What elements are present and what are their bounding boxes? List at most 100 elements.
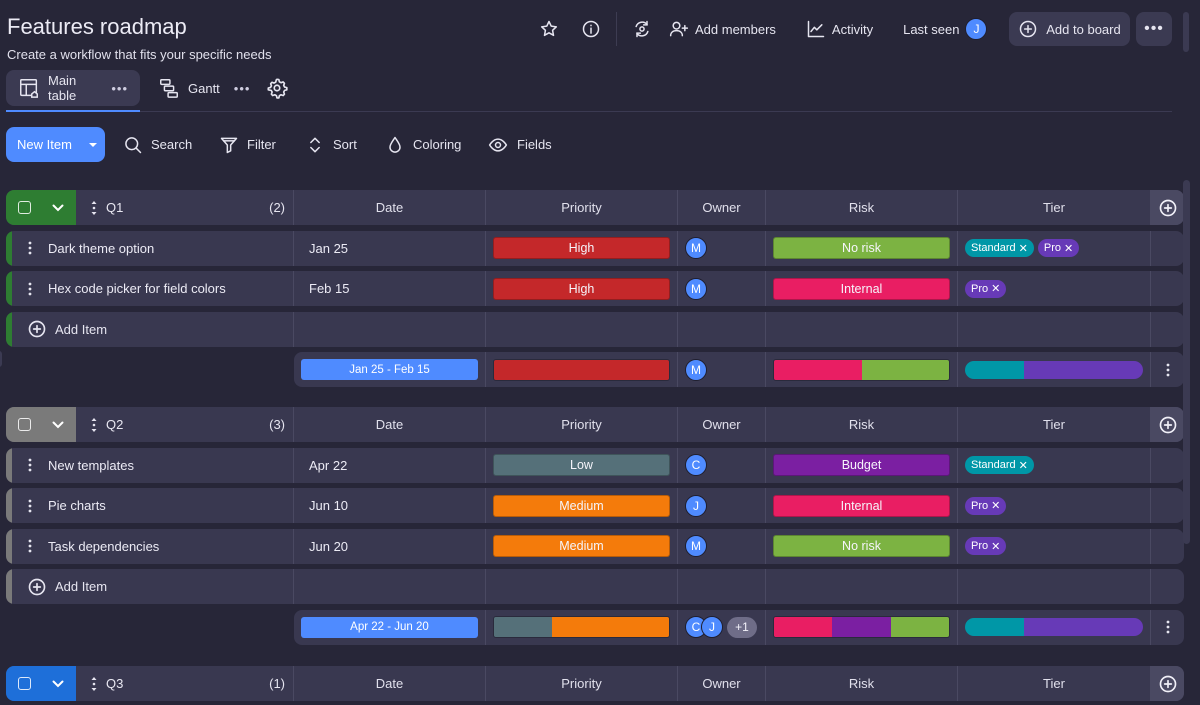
remove-tag-icon[interactable]: ✕ [1064,242,1073,255]
priority-badge[interactable]: Low [493,454,670,476]
remove-tag-icon[interactable]: ✕ [991,540,1000,553]
table-scrollbar[interactable] [1183,180,1190,544]
date-cell[interactable]: Apr 22 [294,447,486,483]
add-column-button[interactable] [1151,666,1184,701]
summary-tier-bar[interactable] [965,360,1143,379]
star-icon[interactable] [538,18,560,40]
summary-risk-bar[interactable] [773,616,950,638]
group-title[interactable]: Q2 [76,417,269,432]
row-menu-icon[interactable] [12,499,48,513]
tier-tag[interactable]: Pro ✕ [965,279,1007,298]
filter-button[interactable]: Filter [219,127,276,162]
group-checkbox[interactable] [18,418,31,431]
drag-handle-icon[interactable] [90,676,98,691]
search-button[interactable]: Search [123,127,192,162]
caret-down-icon[interactable] [81,140,105,150]
date-cell[interactable]: Jun 20 [294,528,486,564]
column-header-owner[interactable]: Owner [678,666,766,701]
tier-tag[interactable]: Pro ✕ [1037,239,1080,257]
owner-avatar[interactable]: C [685,454,707,476]
tier-tag[interactable]: Pro ✕ [965,496,1007,515]
group-title[interactable]: Q3 [76,676,269,691]
risk-badge[interactable]: Internal [773,494,950,517]
activity-button[interactable]: Activity [806,19,873,39]
column-header-tier[interactable]: Tier [958,407,1151,442]
gear-icon[interactable] [266,77,288,99]
add-to-board-button[interactable]: Add to board [1009,12,1130,46]
group-checkbox[interactable] [18,201,31,214]
group-title[interactable]: Q1 [76,200,269,215]
priority-badge[interactable]: High [493,277,670,300]
tier-tag[interactable]: Standard ✕ [965,239,1034,257]
column-header-date[interactable]: Date [294,407,486,442]
column-header-owner[interactable]: Owner [678,190,766,225]
column-header-priority[interactable]: Priority [486,666,678,701]
table-row[interactable]: Pie charts Jun 10 Medium J Internal Pro ✕ [6,488,1184,523]
page-scrollbar[interactable] [1183,12,1189,52]
priority-badge[interactable]: Medium [493,494,670,517]
item-name-cell[interactable]: Task dependencies [6,528,294,564]
risk-badge[interactable]: Internal [773,277,950,300]
add-column-button[interactable] [1151,407,1184,442]
sync-icon[interactable] [631,18,653,40]
more-options-button[interactable]: ••• [1136,12,1172,46]
add-item-button[interactable]: Add Item [12,577,107,597]
row-menu-icon[interactable] [12,539,48,553]
summary-menu-icon[interactable] [1151,352,1184,387]
column-header-tier[interactable]: Tier [958,666,1151,701]
row-menu-icon[interactable] [12,282,48,296]
column-header-priority[interactable]: Priority [486,407,678,442]
remove-tag-icon[interactable]: ✕ [991,499,1000,512]
owner-avatar[interactable]: J [701,616,723,638]
item-name-cell[interactable]: Dark theme option [6,230,294,266]
coloring-button[interactable]: Coloring [385,127,461,162]
summary-priority-bar[interactable] [493,616,670,638]
column-header-priority[interactable]: Priority [486,190,678,225]
chevron-down-icon[interactable] [52,421,64,429]
column-header-owner[interactable]: Owner [678,407,766,442]
date-range-badge[interactable]: Apr 22 - Jun 20 [301,616,478,638]
fields-button[interactable]: Fields [487,127,552,162]
row-menu-icon[interactable] [12,241,48,255]
left-resize-handle[interactable] [0,351,2,367]
remove-tag-icon[interactable]: ✕ [1019,459,1028,472]
risk-badge[interactable]: No risk [773,237,950,259]
info-icon[interactable] [580,18,602,40]
chevron-down-icon[interactable] [52,204,64,212]
owner-avatar[interactable]: M [685,237,707,259]
tab-main-table[interactable]: Main table ••• [6,70,140,106]
add-members-button[interactable]: Add members [669,19,776,39]
owner-avatar[interactable]: M [685,535,707,557]
risk-badge[interactable]: No risk [773,535,950,557]
date-range-badge[interactable]: Jan 25 - Feb 15 [301,359,478,380]
priority-badge[interactable]: Medium [493,535,670,557]
summary-tier-bar[interactable] [965,618,1143,636]
owner-avatar[interactable]: J [685,494,707,517]
risk-badge[interactable]: Budget [773,454,950,476]
tier-tag[interactable]: Standard ✕ [965,456,1034,474]
add-column-button[interactable] [1151,190,1184,225]
remove-tag-icon[interactable]: ✕ [1019,242,1028,255]
remove-tag-icon[interactable]: ✕ [991,282,1000,295]
owner-avatar[interactable]: M [685,277,707,300]
table-row[interactable]: Task dependencies Jun 20 Medium M No risk Pro… [6,528,1184,564]
new-item-button[interactable]: New Item [6,127,105,162]
row-menu-icon[interactable] [12,458,48,472]
item-name-cell[interactable]: New templates [6,447,294,483]
tier-tag[interactable]: Pro ✕ [965,537,1007,555]
column-header-risk[interactable]: Risk [766,190,958,225]
column-header-risk[interactable]: Risk [766,666,958,701]
column-header-date[interactable]: Date [294,666,486,701]
summary-menu-icon[interactable] [1151,610,1184,645]
owner-avatar[interactable]: M [685,358,707,381]
date-cell[interactable]: Jan 25 [294,230,486,266]
tab-more-icon[interactable]: ••• [234,81,251,96]
table-row[interactable]: New templates Apr 22 Low C Budget Standard ✕ [6,447,1184,483]
summary-priority-bar[interactable] [493,358,670,381]
priority-badge[interactable]: High [493,237,670,259]
more-owners-badge[interactable]: +1 [727,616,757,638]
item-name-cell[interactable]: Pie charts [6,488,294,523]
tab-gantt[interactable]: Gantt ••• [146,70,262,106]
table-row[interactable]: Dark theme option Jan 25 High M No risk Stand… [6,230,1184,266]
column-header-risk[interactable]: Risk [766,407,958,442]
